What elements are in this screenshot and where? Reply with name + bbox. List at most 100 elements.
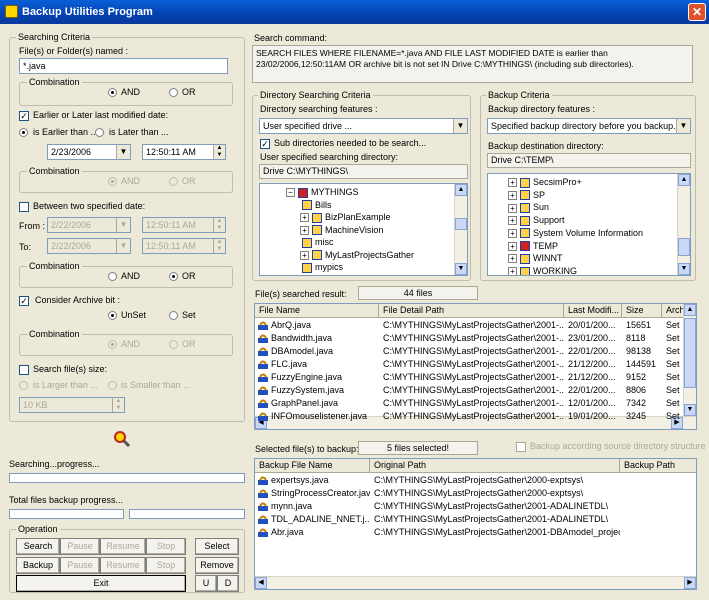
tree-item[interactable]: − MYTHINGS [286,186,359,198]
scroll-left-icon[interactable]: ◀ [255,577,267,589]
column-header[interactable]: File Detail Path [379,304,564,318]
table-cell[interactable]: C:\MYTHINGS\MyLastProjectsGather\2001-..… [379,332,564,345]
scroll-down-icon[interactable]: ▼ [678,263,690,275]
search-dir-tree[interactable]: ▲ ▼ − MYTHINGS Bills + BizPlanExample + Machine… [259,183,468,276]
remove-button[interactable]: Remove [195,557,239,574]
expand-icon[interactable]: + [508,190,517,200]
tree-item[interactable]: + WORKING [508,265,577,275]
pause-button[interactable]: Pause [60,538,100,555]
backup-dir-tree[interactable]: ▲ ▼ + SecsimPro+ + SP + Sun + Support + System Vol… [487,173,691,276]
combination-4-or-radio[interactable] [169,340,178,349]
expand-icon[interactable]: + [508,228,517,238]
size-value-input[interactable]: 10 KB ▲ ▼ [19,397,125,413]
search-button[interactable]: Search [16,538,60,555]
scroll-up-icon[interactable]: ▲ [678,174,690,186]
scroll-thumb[interactable] [455,218,467,230]
selected-hscrollbar[interactable]: ◀ ▶ [255,576,696,589]
table-cell[interactable]: Set [662,410,692,423]
scroll-thumb[interactable] [678,238,690,256]
table-cell[interactable]: FuzzySystem.java [267,384,379,397]
tree-item[interactable]: + MachineVision [300,224,383,236]
table-cell[interactable]: C:\MYTHINGS\MyLastProjectsGather\2000-ex… [370,474,620,487]
larger-radio[interactable] [19,381,28,390]
to-date-picker[interactable]: 2/22/2006 ▼ [47,238,131,254]
expand-icon[interactable]: + [508,267,517,275]
table-cell[interactable]: C:\MYTHINGS\MyLastProjectsGather\2001-..… [379,358,564,371]
to-time-input[interactable]: 12:50:11 AM ▲ ▼ [142,238,226,254]
column-header[interactable]: Original Path [370,459,620,473]
table-cell[interactable]: C:\MYTHINGS\MyLastProjectsGather\2000-ex… [370,487,620,500]
table-cell[interactable]: DBAmodel.java [267,345,379,358]
tree-item[interactable]: + Sun [508,201,549,214]
combination-2-or-radio[interactable] [169,177,178,186]
table-cell[interactable]: C:\MYTHINGS\MyLastProjectsGather\2001-..… [379,410,564,423]
time-spinner[interactable]: ▲ ▼ [213,145,225,159]
table-cell[interactable]: 20/01/200... [564,319,622,332]
modified-time-input[interactable]: 12:50:11 AM ▲ ▼ [142,144,226,160]
table-cell[interactable]: 144591 [622,358,662,371]
expand-icon[interactable]: + [300,213,309,223]
column-header[interactable]: Backup File Name [255,459,370,473]
combination-2-and-radio[interactable] [108,177,117,186]
table-cell[interactable]: C:\MYTHINGS\MyLastProjectsGather\2001-DB… [370,526,620,539]
according-structure-checkbox[interactable] [516,442,526,452]
table-cell[interactable]: 7342 [622,397,662,410]
table-cell[interactable]: 22/01/200... [564,384,622,397]
table-cell[interactable]: 22/01/200... [564,345,622,358]
table-cell[interactable]: C:\MYTHINGS\MyLastProjectsGather\2001-..… [379,371,564,384]
archive-bit-checkbox[interactable]: ✓ [19,296,29,306]
table-cell[interactable]: 9152 [622,371,662,384]
time-spinner[interactable]: ▲ ▼ [213,239,225,253]
chevron-down-icon[interactable]: ▼ [676,119,690,133]
table-cell[interactable]: 15651 [622,319,662,332]
table-cell[interactable]: Set [662,371,692,384]
modified-date-picker[interactable]: 2/23/2006 ▼ [47,144,131,160]
results-table[interactable]: File Name File Detail Path Last Modifi... S… [254,303,697,430]
expand-icon[interactable]: + [508,203,517,213]
table-cell[interactable]: 21/12/200... [564,358,622,371]
table-cell[interactable]: INFOmouselistener.java [267,410,379,423]
archive-set-radio[interactable] [169,311,178,320]
tree-item[interactable]: + WINNT [508,252,563,264]
combination-1-and-radio[interactable] [108,88,117,97]
from-date-picker[interactable]: 2/22/2006 ▼ [47,217,131,233]
tree-item[interactable]: + BizPlanExample [300,211,391,223]
close-button[interactable]: ✕ [688,3,706,21]
chevron-down-icon[interactable]: ▼ [116,218,130,232]
column-header[interactable]: Backup Path [620,459,696,473]
table-cell[interactable]: C:\MYTHINGS\MyLastProjectsGather\2001-..… [379,345,564,358]
smaller-radio[interactable] [108,381,117,390]
chevron-down-icon[interactable]: ▼ [116,145,130,159]
tree-item[interactable]: + TEMP [508,240,558,252]
table-cell[interactable]: mynn.java [267,500,370,513]
table-cell[interactable]: Set [662,397,692,410]
resume-button[interactable]: Resume [100,538,146,555]
subdirs-checkbox[interactable]: ✓ [260,139,270,149]
move-down-button[interactable]: D [217,575,239,592]
table-cell[interactable]: Set [662,384,692,397]
table-cell[interactable]: expertsys.java [267,474,370,487]
expand-icon[interactable]: + [300,225,309,235]
column-header[interactable]: File Name [255,304,379,318]
move-up-button[interactable]: U [195,575,217,592]
scroll-right-icon[interactable]: ▶ [684,577,696,589]
from-time-input[interactable]: 12:50:11 AM ▲ ▼ [142,217,226,233]
table-cell[interactable]: Set [662,319,692,332]
table-cell[interactable]: Abr.java [267,526,370,539]
table-cell[interactable]: C:\MYTHINGS\MyLastProjectsGather\2001-AD… [370,500,620,513]
tree-item[interactable]: Bills [302,199,332,211]
table-cell[interactable]: FLC.java [267,358,379,371]
table-cell[interactable]: 21/12/200... [564,371,622,384]
table-cell[interactable]: 8806 [622,384,662,397]
table-cell[interactable]: 23/01/200... [564,332,622,345]
tree-item[interactable]: + SP [508,189,545,201]
table-cell[interactable]: C:\MYTHINGS\MyLastProjectsGather\2001-AD… [370,513,620,526]
table-cell[interactable]: Set [662,358,692,371]
tree-item[interactable]: + System Volume Information [508,227,643,239]
tree-item[interactable]: + Support [508,214,565,226]
combination-4-and-radio[interactable] [108,340,117,349]
table-cell[interactable]: C:\MYTHINGS\MyLastProjectsGather\2001-..… [379,319,564,332]
modified-date-checkbox[interactable]: ✓ [19,111,29,121]
chevron-down-icon[interactable]: ▼ [453,119,467,133]
tree-item[interactable]: VoP [302,274,332,276]
